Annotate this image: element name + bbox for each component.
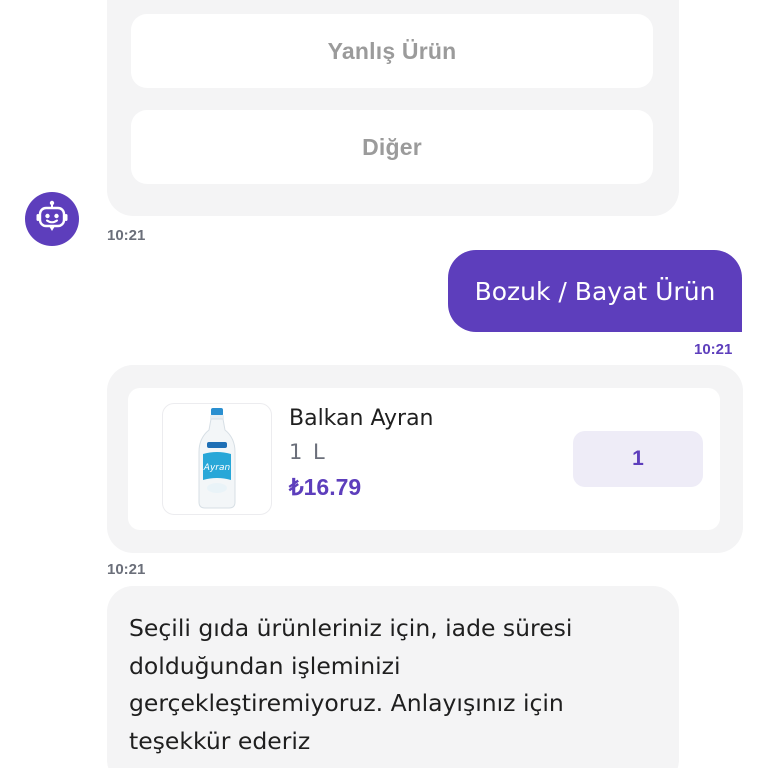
product-size: 1 L: [289, 440, 327, 464]
ayran-bottle-icon: Ayran: [163, 408, 271, 518]
timestamp: 10:21: [107, 561, 146, 578]
timestamp: 10:21: [694, 341, 733, 358]
product-image: Ayran: [162, 403, 272, 515]
option-wrong-product-button[interactable]: Yanlış Ürün: [131, 14, 653, 88]
quantity-badge[interactable]: 1: [573, 431, 703, 487]
product-name: Balkan Ayran: [289, 406, 434, 431]
bot-message-text: Seçili gıda ürünleriniz için, iade süres…: [129, 614, 573, 755]
timestamp: 10:21: [107, 227, 146, 244]
svg-text:Ayran: Ayran: [203, 463, 231, 473]
user-message-bubble: Bozuk / Bayat Ürün: [448, 250, 742, 332]
robot-icon: [34, 199, 70, 239]
user-message-text: Bozuk / Bayat Ürün: [474, 276, 716, 306]
chat-screen: Yanlış Ürün Diğer 10:21 Bozuk / Bayat Ür…: [0, 0, 768, 768]
option-other-button[interactable]: Diğer: [131, 110, 653, 184]
bot-avatar: [25, 192, 79, 246]
product-price: ₺16.79: [289, 474, 362, 500]
